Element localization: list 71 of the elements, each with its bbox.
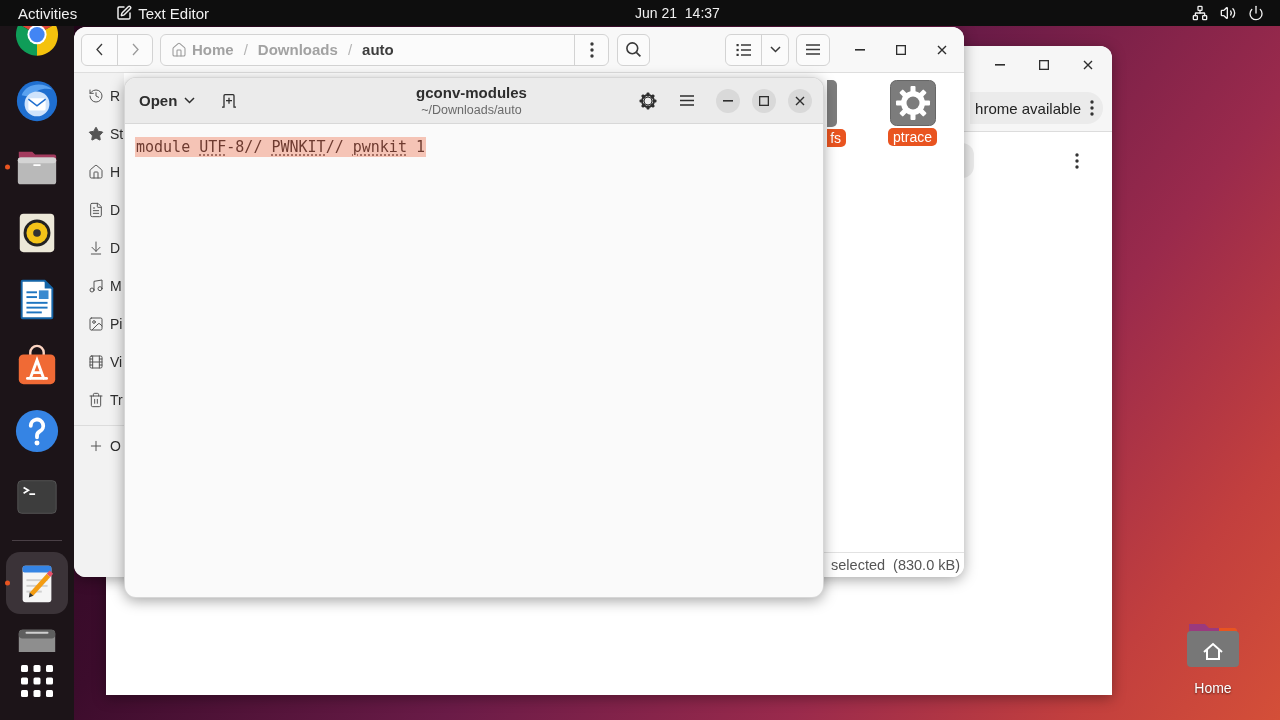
document-icon (88, 202, 104, 218)
new-tab-icon (221, 93, 238, 108)
chevron-left-icon (96, 43, 103, 56)
search-icon (626, 42, 641, 57)
music-note-icon (88, 278, 104, 294)
close-button[interactable] (788, 88, 812, 113)
film-icon (88, 354, 104, 370)
menu-icon (806, 44, 820, 55)
close-icon (795, 95, 805, 106)
gear-icon (639, 91, 657, 110)
menu-icon (680, 95, 694, 106)
file-name[interactable]: ptrace (888, 128, 937, 146)
app-menu-button[interactable]: Text Editor (110, 1, 216, 25)
app-grid-icon (21, 665, 53, 697)
sidebar-item[interactable]: O (74, 427, 124, 465)
mail-icon (14, 78, 60, 124)
chevron-down-icon (769, 46, 781, 53)
gear-file-icon[interactable] (889, 80, 936, 126)
help-icon (14, 408, 60, 454)
activities-button[interactable]: Activities (12, 1, 84, 25)
maximize-icon (1039, 60, 1049, 70)
volume-icon (1220, 5, 1236, 21)
minimize-icon (995, 64, 1005, 66)
download-icon (88, 240, 104, 256)
trash-icon (88, 392, 104, 408)
path-segment[interactable]: auto (362, 41, 394, 58)
image-icon (88, 316, 104, 332)
clock-icon (88, 88, 104, 104)
sidebar-item[interactable]: Vi (74, 343, 124, 381)
sidebar-item[interactable]: M (74, 267, 124, 305)
close-icon (937, 44, 947, 55)
minimize-icon (855, 48, 865, 51)
sidebar-item[interactable]: D (74, 229, 124, 267)
clock-button[interactable]: Jun 21 14:37 (629, 1, 726, 25)
list-icon (736, 43, 751, 56)
notice-button[interactable]: hrome available (970, 92, 1103, 124)
dock-item[interactable] (6, 552, 68, 614)
home-icon (171, 41, 187, 58)
desktop-icon-label[interactable]: Home (1194, 680, 1232, 696)
sidebar-item[interactable]: Tr (74, 381, 124, 419)
browser-icon (14, 26, 60, 58)
more-icon (1090, 100, 1094, 116)
minimize-icon (723, 99, 733, 102)
minimize-button[interactable] (716, 88, 740, 113)
maximize-button[interactable] (752, 88, 776, 113)
sidebar-item[interactable]: H (74, 153, 124, 191)
sidebar-item[interactable]: St (74, 115, 124, 153)
plus-icon (88, 438, 104, 454)
network-icon (1192, 5, 1208, 21)
sidebar-item[interactable]: D (74, 191, 124, 229)
document-path: ~/Downloads/auto (421, 103, 522, 117)
file-icon[interactable] (827, 80, 838, 127)
maximize-icon (896, 44, 906, 55)
path-separator: / (347, 41, 353, 58)
chevron-down-icon (184, 97, 196, 104)
power-icon (1248, 5, 1264, 21)
home-icon (88, 164, 104, 180)
chevron-right-icon (131, 43, 139, 56)
sidebar-item[interactable]: R (74, 77, 124, 115)
file-name[interactable]: fs (827, 129, 847, 147)
maximize-icon (759, 95, 769, 106)
more-icon (1075, 152, 1079, 169)
more-icon (589, 41, 594, 58)
open-button[interactable]: Open (131, 83, 206, 118)
path-separator: / (243, 41, 248, 58)
close-icon (1083, 60, 1093, 70)
edit-icon (116, 5, 133, 21)
sidebar-item[interactable]: Pi (74, 305, 124, 343)
star-icon (88, 126, 104, 142)
status-text: selected (830.0 kB) (831, 557, 960, 573)
document-title: gconv-modules (416, 84, 527, 101)
